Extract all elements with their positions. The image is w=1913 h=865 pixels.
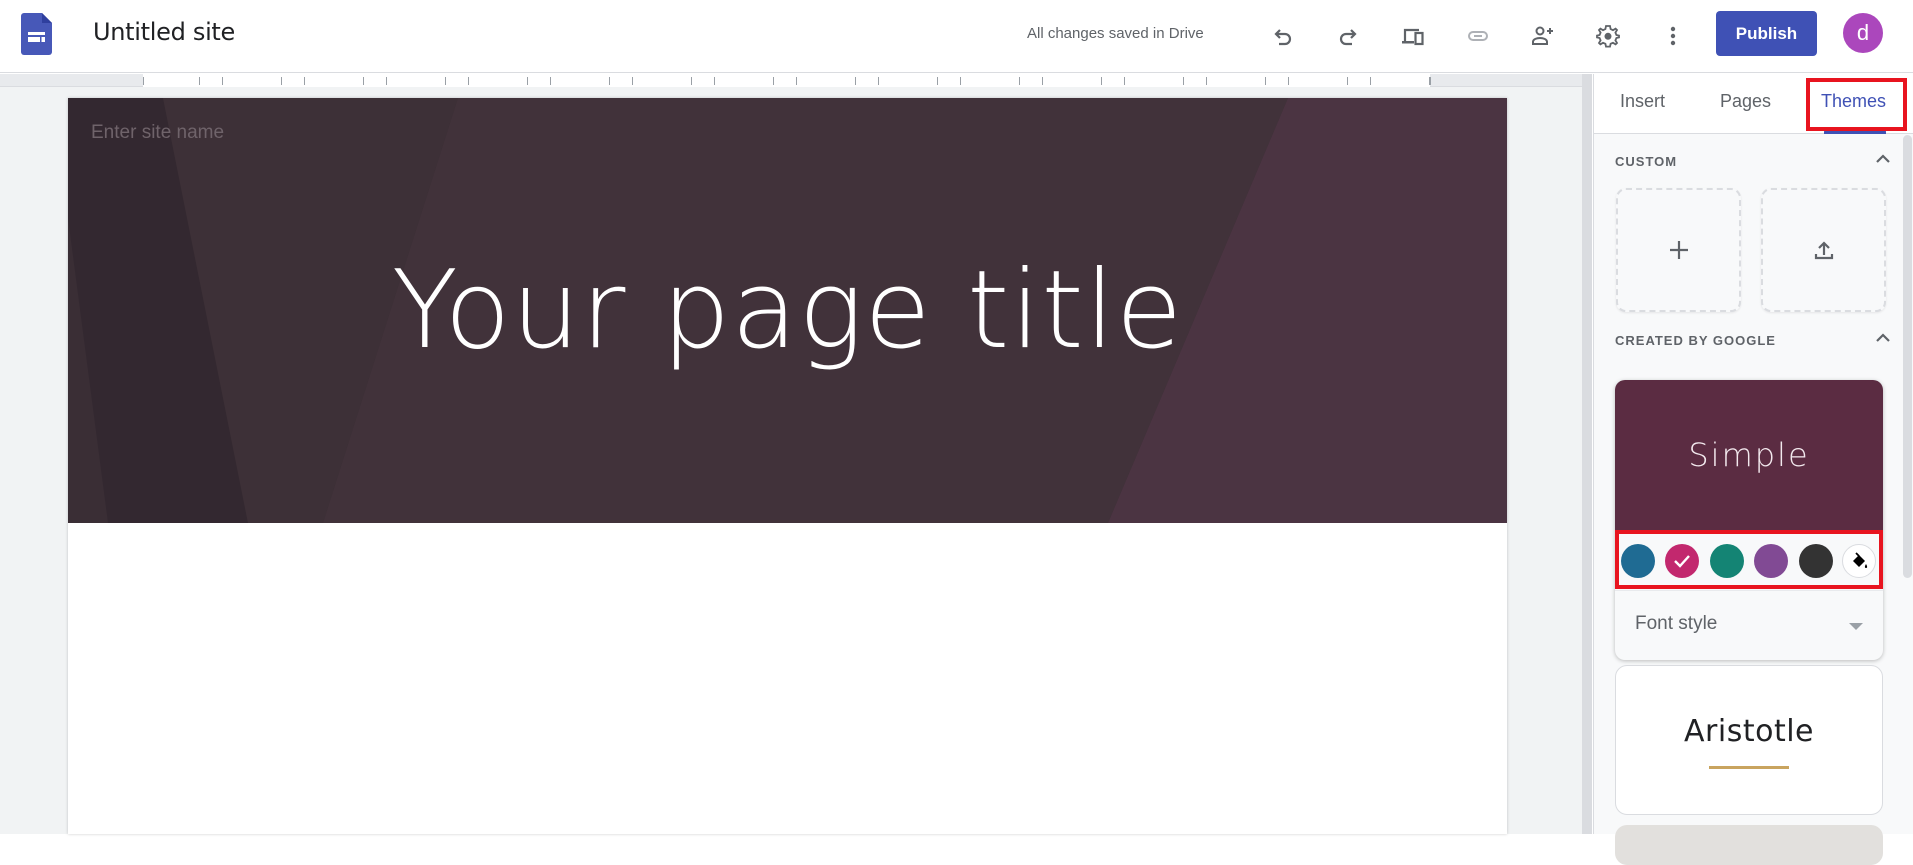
undo-button[interactable] (1263, 16, 1303, 56)
panel-scrollbar[interactable] (1903, 135, 1912, 578)
ruler-tick (550, 77, 551, 85)
devices-preview-icon (1402, 28, 1424, 46)
font-style-dropdown[interactable]: Font style (1615, 590, 1883, 660)
upload-theme-button[interactable] (1761, 188, 1886, 312)
ruler-tick (468, 77, 469, 85)
ruler-tick (1042, 77, 1043, 85)
ruler-tick (1206, 77, 1207, 85)
paint-bucket-icon (1853, 552, 1868, 568)
canvas-scrollbar[interactable] (1582, 74, 1592, 834)
theme-name: Aristotle (1684, 714, 1814, 749)
more-options-button[interactable] (1653, 16, 1693, 56)
custom-color-button[interactable] (1842, 544, 1876, 578)
dropdown-arrow-icon (1849, 623, 1863, 630)
theme-preview-simple[interactable]: Simple (1615, 380, 1883, 530)
redo-icon (1339, 29, 1357, 46)
publish-button[interactable]: Publish (1716, 11, 1817, 56)
ruler-tick (1370, 77, 1371, 85)
ruler-tick (855, 77, 856, 85)
theme-card-next[interactable] (1615, 825, 1883, 865)
tab-insert[interactable]: Insert (1620, 91, 1665, 112)
ruler-tick (1183, 77, 1184, 85)
add-custom-theme-button[interactable] (1616, 188, 1741, 312)
person-add-icon (1532, 26, 1553, 45)
ruler-tick (632, 77, 633, 85)
theme-name: Simple (1688, 436, 1810, 474)
editor-canvas: Enter site name Your page title (0, 74, 1592, 834)
ruler-tick (1288, 77, 1289, 85)
ruler-content-area (143, 74, 1430, 87)
custom-section-label: CUSTOM (1615, 154, 1678, 169)
ruler-tick (960, 77, 961, 85)
tab-themes[interactable]: Themes (1821, 91, 1886, 112)
gear-icon (1596, 25, 1620, 48)
preview-button[interactable] (1393, 16, 1433, 56)
tab-pages[interactable]: Pages (1720, 91, 1771, 112)
google-sites-logo-icon[interactable] (21, 13, 52, 55)
theme-card-simple[interactable]: Simple Font style (1615, 380, 1883, 660)
ruler-tick (445, 77, 446, 85)
color-swatch-teal[interactable] (1710, 544, 1744, 578)
ruler (0, 74, 1582, 87)
ruler-tick (1265, 77, 1266, 85)
avatar[interactable]: d (1843, 13, 1883, 53)
ruler-tick (281, 77, 282, 85)
color-swatch-pink[interactable] (1665, 544, 1699, 578)
theme-accent-line (1709, 766, 1789, 769)
ruler-tick (773, 77, 774, 85)
ruler-tick (199, 77, 200, 85)
ruler-tick (714, 77, 715, 85)
redo-button[interactable] (1328, 16, 1368, 56)
ruler-tick (222, 77, 223, 85)
color-swatch-dark[interactable] (1799, 544, 1833, 578)
side-panel: Insert Pages Themes CUSTOM CREATED BY GO… (1593, 74, 1913, 865)
header-banner[interactable]: Enter site name Your page title (68, 98, 1507, 523)
site-title[interactable]: Untitled site (93, 18, 235, 46)
ruler-tick (937, 77, 938, 85)
ruler-tick (363, 77, 364, 85)
ruler-tick (386, 77, 387, 85)
ruler-tick (1347, 77, 1348, 85)
panel-tabs: Insert Pages Themes (1594, 74, 1913, 134)
undo-icon (1274, 29, 1292, 46)
plus-icon (1669, 241, 1688, 259)
chevron-up-icon[interactable] (1874, 329, 1892, 347)
ruler-tick (304, 77, 305, 85)
save-status: All changes saved in Drive (1027, 25, 1204, 42)
chevron-up-icon[interactable] (1874, 150, 1892, 168)
ruler-tick (1124, 77, 1125, 85)
site-name-field[interactable]: Enter site name (91, 122, 224, 144)
google-section-label: CREATED BY GOOGLE (1615, 333, 1776, 348)
link-icon (1468, 31, 1488, 41)
color-swatch-purple[interactable] (1754, 544, 1788, 578)
ruler-tick (691, 77, 692, 85)
font-style-label: Font style (1635, 613, 1718, 634)
ruler-tick (878, 77, 879, 85)
upload-icon (1814, 241, 1833, 260)
insert-link-button[interactable] (1458, 16, 1498, 56)
more-vertical-icon (1670, 26, 1676, 46)
ruler-tick (1101, 77, 1102, 85)
settings-button[interactable] (1588, 16, 1628, 56)
color-swatches (1615, 530, 1883, 590)
ruler-tick (1430, 77, 1431, 85)
color-swatch-blue[interactable] (1621, 544, 1655, 578)
ruler-tick (609, 77, 610, 85)
page-title[interactable]: Your page title (68, 248, 1507, 373)
ruler-tick (143, 77, 144, 85)
top-bar: Untitled site All changes saved in Drive… (0, 0, 1913, 73)
share-button[interactable] (1523, 16, 1563, 56)
active-tab-indicator (1824, 130, 1886, 134)
ruler-tick (1019, 77, 1020, 85)
site-page: Enter site name Your page title (68, 98, 1507, 834)
ruler-tick (527, 77, 528, 85)
theme-card-aristotle[interactable]: Aristotle (1615, 665, 1883, 815)
checkmark-icon (1674, 555, 1690, 568)
ruler-tick (796, 77, 797, 85)
